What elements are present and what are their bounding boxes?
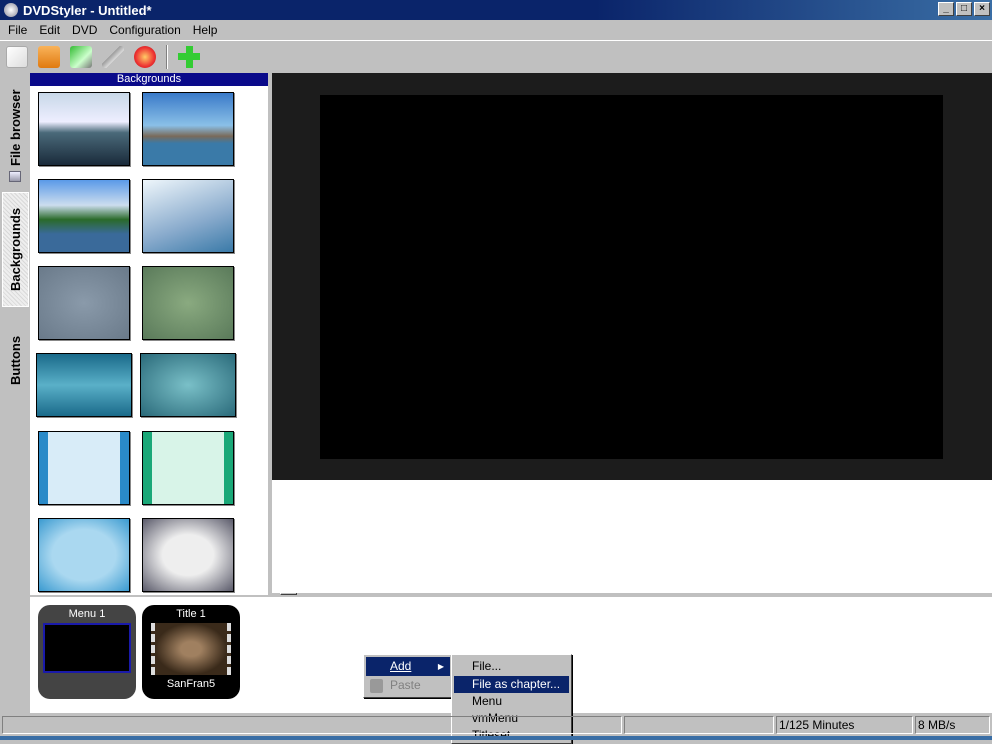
side-tabs: File browser Backgrounds Buttons xyxy=(0,75,30,590)
title-bar: DVDStyler - Untitled* _ □ × xyxy=(0,0,992,20)
status-message xyxy=(2,716,622,734)
maximize-button[interactable]: □ xyxy=(956,2,972,16)
menu-help[interactable]: Help xyxy=(189,23,222,37)
card-label: Title 1 xyxy=(176,608,206,620)
new-icon[interactable] xyxy=(6,45,28,68)
close-button[interactable]: × xyxy=(974,2,990,16)
background-thumbnail[interactable] xyxy=(36,353,132,417)
background-thumbnail[interactable] xyxy=(38,92,130,166)
menu-item-add[interactable]: Add ▶ xyxy=(366,657,450,676)
backgrounds-panel: Backgrounds ▲ ▼ xyxy=(30,73,297,595)
open-icon[interactable] xyxy=(38,45,60,68)
status-bar: 1/125 Minutes 8 MB/s xyxy=(0,715,992,735)
title-1-card[interactable]: Title 1 SanFran5 xyxy=(142,605,240,699)
taskbar xyxy=(0,736,992,740)
tab-file-browser[interactable]: File browser xyxy=(2,80,29,175)
video-thumbnail xyxy=(151,623,231,675)
preview-blank-area xyxy=(272,480,992,593)
submenu-item-file[interactable]: File... xyxy=(454,657,569,676)
card-sublabel: SanFran5 xyxy=(166,678,216,690)
background-thumbnail[interactable] xyxy=(142,431,234,505)
context-menu: Add ▶ Paste xyxy=(363,654,453,698)
minimize-button[interactable]: _ xyxy=(938,2,954,16)
menu-dvd[interactable]: DVD xyxy=(68,23,101,37)
submenu-item-menu[interactable]: Menu xyxy=(454,693,569,710)
background-thumbnail[interactable] xyxy=(140,353,236,417)
tab-buttons[interactable]: Buttons xyxy=(2,315,29,405)
background-thumbnail[interactable] xyxy=(142,179,234,253)
background-thumbnail[interactable] xyxy=(142,518,234,592)
background-thumbnail[interactable] xyxy=(142,92,234,166)
tab-backgrounds[interactable]: Backgrounds xyxy=(2,192,29,307)
status-progress xyxy=(624,716,774,734)
background-thumbnail[interactable] xyxy=(38,431,130,505)
file-browser-icon xyxy=(9,171,21,182)
window-title: DVDStyler - Untitled* xyxy=(23,2,152,18)
burn-icon[interactable] xyxy=(134,45,156,68)
add-icon[interactable] xyxy=(178,45,200,68)
status-duration: 1/125 Minutes xyxy=(776,716,913,734)
background-thumbnail[interactable] xyxy=(38,518,130,592)
menu-thumbnail xyxy=(43,623,131,673)
menu-configuration[interactable]: Configuration xyxy=(105,23,184,37)
toolbar xyxy=(0,40,992,72)
submenu-arrow-icon: ▶ xyxy=(437,662,444,671)
menu-bar: File Edit DVD Configuration Help xyxy=(0,20,992,39)
settings-icon[interactable] xyxy=(102,45,124,68)
menu-1-card[interactable]: Menu 1 xyxy=(38,605,136,699)
menu-item-paste[interactable]: Paste xyxy=(366,676,450,695)
app-logo-icon xyxy=(4,3,18,17)
menu-preview xyxy=(272,73,992,480)
save-icon[interactable] xyxy=(70,45,92,68)
background-thumbnail[interactable] xyxy=(38,179,130,253)
menu-canvas[interactable] xyxy=(320,95,943,459)
menu-file[interactable]: File xyxy=(4,23,31,37)
menu-edit[interactable]: Edit xyxy=(35,23,64,37)
panel-title: Backgrounds xyxy=(30,73,268,86)
background-thumbnail[interactable] xyxy=(38,266,130,340)
submenu-item-file-as-chapter[interactable]: File as chapter... xyxy=(454,676,569,693)
background-thumbnail[interactable] xyxy=(142,266,234,340)
status-rate: 8 MB/s xyxy=(915,716,990,734)
toolbar-separator xyxy=(166,44,168,69)
card-label: Menu 1 xyxy=(68,608,106,620)
paste-icon xyxy=(370,679,383,693)
